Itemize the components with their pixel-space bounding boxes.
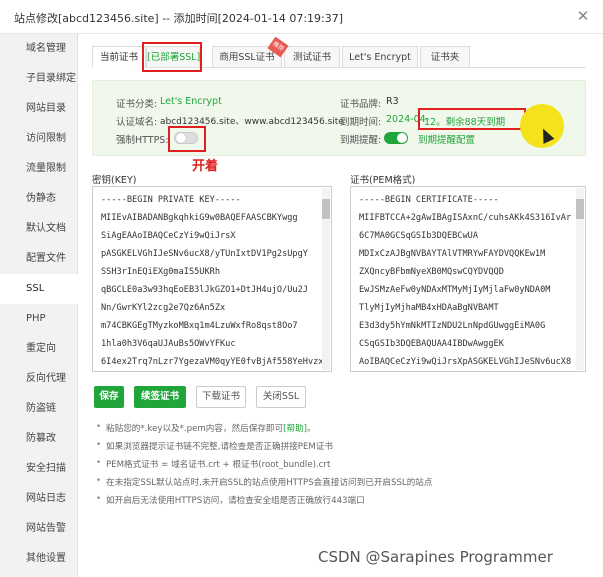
sidebar-item-ssl[interactable]: SSL [0,274,78,304]
key-line: pASGKELVGhIJeSNv6ucX8/yTUnIxtDV1Pg2sUpgY [101,249,308,259]
sidebar-item-site-alert[interactable]: 网站告警 [0,514,78,544]
cert-brand-label: 证书品牌: [340,99,382,110]
certificate-textarea[interactable]: -----BEGIN CERTIFICATE----- MIIFBTCCA+2g… [350,186,586,372]
help-link[interactable]: [帮助] [283,424,307,434]
cert-line: EwJSMzAeFw0yNDAxMTMyMjIyMjlaFw0yNDA0M [359,285,551,295]
download-cert-button[interactable]: 下载证书 [196,386,246,408]
sidebar: 域名管理 子目录绑定 网站目录 访问限制 流量限制 伪静态 默认文档 配置文件 … [0,34,78,577]
toggle-knob [397,133,407,143]
expiry-remind-config-link[interactable]: 到期提醒配置 [418,132,475,146]
key-label: 密钥(KEY) [92,175,137,186]
cert-line: ZXQncyBFbmNyeXB0MQswCQYDVQQD [359,267,504,277]
tab-current-cert[interactable]: 当前证书 [92,46,146,68]
tip-text: 。 [307,424,316,434]
watermark: CSDN @Sarapines Programmer [318,548,553,566]
annotation-box-toggle [168,126,206,152]
sidebar-item-default-doc[interactable]: 默认文档 [0,214,78,244]
cert-scrollbar-thumb[interactable] [576,199,584,219]
save-button[interactable]: 保存 [94,386,124,408]
sidebar-item-reverse-proxy[interactable]: 反向代理 [0,364,78,394]
force-https-label: 强制HTTPS: [116,135,169,146]
tip-item: 在未指定SSL默认站点时,未开启SSL的站点使用HTTPS会直接访问到已开启SS… [96,476,433,488]
expiry-remind-toggle[interactable] [384,132,408,144]
key-line: SSH3rInEQiEXg0maIS5UKRh [101,267,220,277]
sidebar-item-other-settings[interactable]: 其他设置 [0,544,78,574]
key-line: qBGCLE0a3w93hqEoEB3lJkGZO1+DtJH4ujO/Uu2J [101,285,308,295]
tab-lets-encrypt[interactable]: Let's Encrypt [342,46,418,68]
sidebar-item-hotlink[interactable]: 防盗链 [0,394,78,424]
sidebar-item-tamper[interactable]: 防篡改 [0,424,78,454]
expiry-remind-label: 到期提醒: [340,135,382,146]
cert-category-label: 证书分类: [116,99,158,110]
sidebar-item-site-dir[interactable]: 网站目录 [0,94,78,124]
tip-item: 如开启后无法使用HTTPS访问，请检查安全组是否正确放行443端口 [96,494,365,506]
cert-line: 6C7MA0GCSqGSIb3DQEBCwUA [359,231,478,241]
window-titlebar: 站点修改[abcd123456.site] -- 添加时间[2024-01-14… [0,0,603,34]
cert-line: MIIFBTCCA+2gAwIBAgISAxnC/cuhsAKk4S316IvA… [359,213,572,223]
sidebar-item-php[interactable]: PHP [0,304,78,334]
window-title: 站点修改[abcd123456.site] -- 添加时间[2024-01-14… [14,12,344,25]
sidebar-item-traffic-limit[interactable]: 流量限制 [0,154,78,184]
cert-line: -----BEGIN CERTIFICATE----- [359,195,499,205]
tab-test-cert[interactable]: 测试证书 [284,46,340,68]
key-line: 6I4ex2Trq7nLzr7YgezaVM0qyYE0fvBjAf558YeH… [101,357,324,367]
annotation-box-expiry [418,108,526,130]
sidebar-item-security-scan[interactable]: 安全扫描 [0,454,78,484]
key-line: 1hla0h3V6qaUJAuBs5OWvYFKuc [101,339,236,349]
sidebar-item-config[interactable]: 配置文件 [0,244,78,274]
tip-item: 如果浏览器提示证书链不完整,请检查是否正确拼接PEM证书 [96,440,333,452]
renew-cert-button[interactable]: 续签证书 [134,386,186,408]
annotation-box-tab [142,42,202,72]
cert-label: 证书(PEM格式) [350,175,416,186]
key-line: -----BEGIN PRIVATE KEY----- [101,195,241,205]
tip-text: 粘贴您的*.key以及*.pem内容，然后保存即可 [106,424,284,434]
sidebar-item-domain[interactable]: 域名管理 [0,34,78,64]
key-line: m74CBKGEgTMyzkoMBxq1m4LzuWxfRo8qst8Oo7 [101,321,298,331]
key-scrollbar-thumb[interactable] [322,199,330,219]
key-line: MIIEvAIBADANBgkqhkiG9w0BAQEFAASCBKYwgg [101,213,298,223]
key-line: SiAgEAAoIBAQCeCzYi9wQiJrsX [101,231,236,241]
tip-item: PEM格式证书 = 域名证书.crt + 根证书(root_bundle).cr… [96,458,330,470]
cert-line: AoIBAQCeCzYi9wQiJrsXpASGKELVGhIJeSNv6ucX… [359,357,572,367]
cert-line: TlyMjIyMjhaMB4xHDAaBgNVBAMT [359,303,499,313]
close-icon[interactable]: ✕ [573,6,593,26]
sidebar-item-access-limit[interactable]: 访问限制 [0,124,78,154]
key-line: Nn/GwrKYl2zcg2e7Qz6An5Zx [101,303,226,313]
close-ssl-button[interactable]: 关闭SSL [256,386,306,408]
cert-brand-value: R3 [386,96,399,107]
annotation-open-text: 开着 [192,159,219,174]
cert-line: MDIxCzAJBgNVBAYTAlVTMRYwFAYDVQQKEw1M [359,249,546,259]
sidebar-item-rewrite[interactable]: 伪静态 [0,184,78,214]
sidebar-item-site-log[interactable]: 网站日志 [0,484,78,514]
cert-expiry-label: 到期时间: [340,117,382,128]
cert-line: E3d3dy5hYmNkMTIzNDU2LnNpdGUwggEiMA0G [359,321,546,331]
tip-item: 粘贴您的*.key以及*.pem内容，然后保存即可[帮助]。 [96,422,316,434]
cert-line: CSqGSIb3DQEBAQUAA4IBDwAwggEK [359,339,504,349]
cert-category-value: Let's Encrypt [160,96,222,107]
tab-cert-folder[interactable]: 证书夹 [420,46,470,68]
private-key-textarea[interactable]: -----BEGIN PRIVATE KEY----- MIIEvAIBADAN… [92,186,332,372]
cert-domain-label: 认证域名: [116,117,158,128]
sidebar-item-redirect[interactable]: 重定向 [0,334,78,364]
sidebar-item-subdir[interactable]: 子目录绑定 [0,64,78,94]
